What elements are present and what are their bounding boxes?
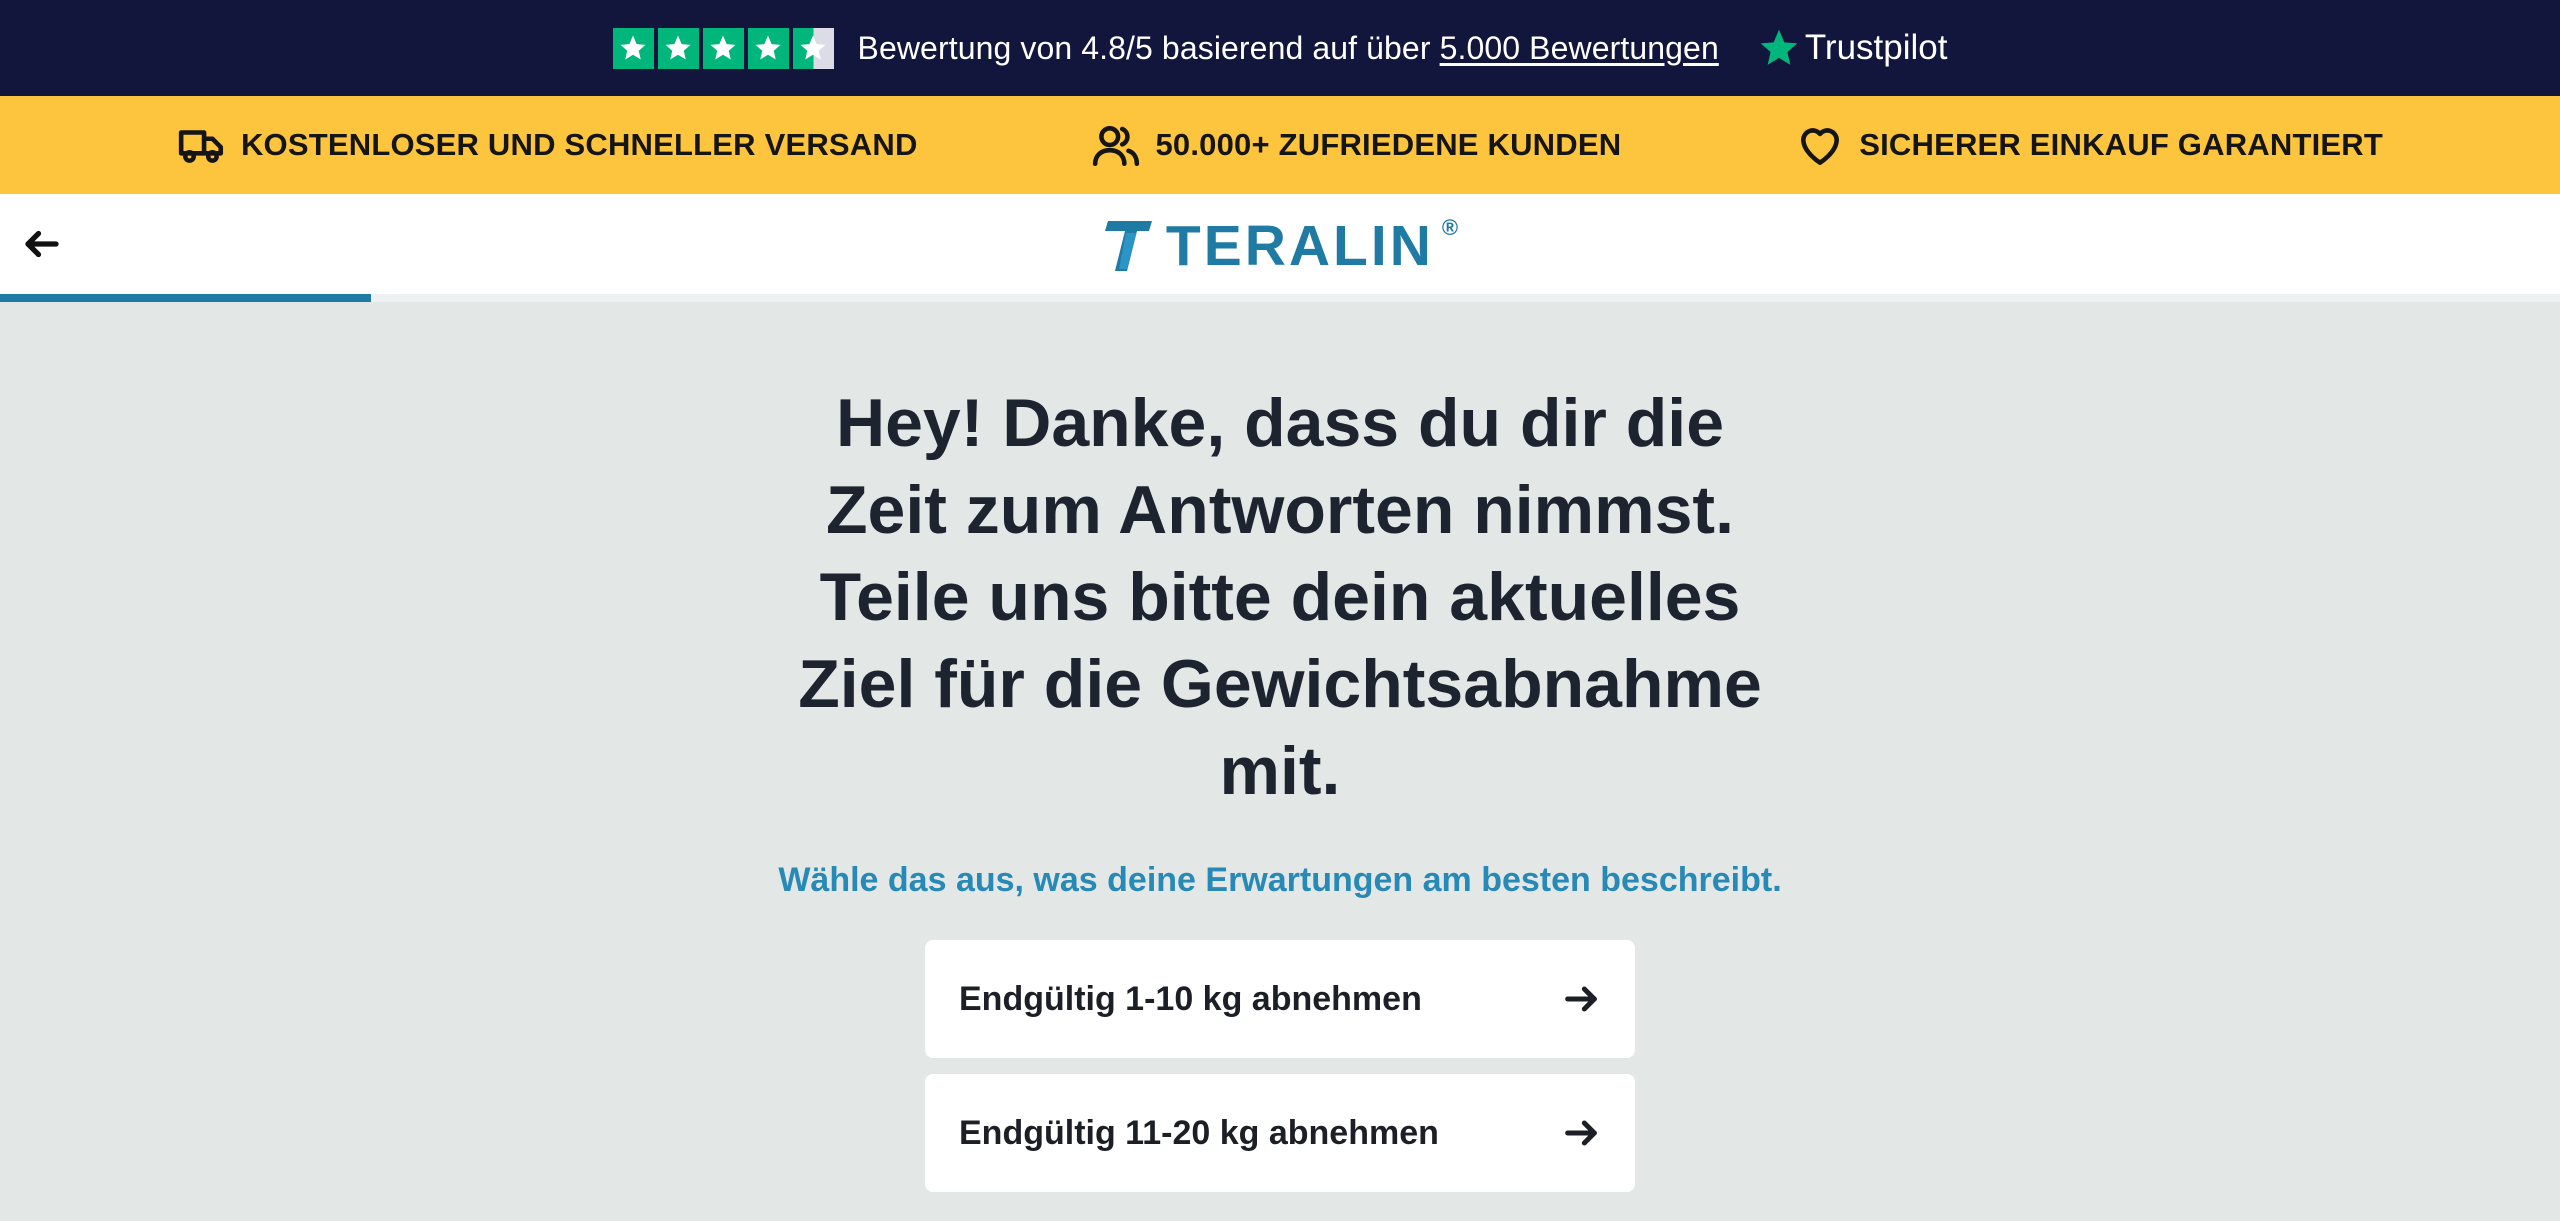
benefit-label: SICHERER EINKAUF GARANTIERT — [1859, 127, 2384, 162]
users-icon — [1093, 126, 1140, 167]
teralin-logo-mark — [1104, 221, 1152, 271]
progress-fill — [0, 294, 372, 302]
benefit-secure: SICHERER EINKAUF GARANTIERT — [1795, 120, 2383, 170]
quiz-header: TERALIN ® — [0, 194, 2560, 302]
answer-option-11-20kg[interactable]: Endgültig 11-20 kg abnehmen — [925, 1074, 1635, 1192]
arrow-left-icon — [25, 230, 59, 258]
star-icon — [702, 27, 744, 69]
heart-icon — [1801, 128, 1840, 165]
rating-prefix: Bewertung von 4.8/5 basierend auf über — [857, 29, 1431, 66]
question-title: Hey! Danke, dass du dir die Zeit zum Ant… — [798, 385, 1762, 809]
arrow-right-icon — [1565, 986, 1597, 1012]
benefit-shipping: KOSTENLOSER UND SCHNELLER VERSAND — [177, 120, 918, 170]
benefit-label: KOSTENLOSER UND SCHNELLER VERSAND — [240, 127, 918, 162]
trustpilot-brand: Trustpilot — [1804, 28, 1948, 67]
half-star-icon — [792, 27, 834, 69]
option-label: Endgültig 1-10 kg abnehmen — [959, 979, 1422, 1018]
star-icon — [747, 27, 789, 69]
reviews-link[interactable]: 5.000 Bewertungen — [1440, 30, 1719, 66]
logo-text: TERALIN — [1165, 214, 1434, 278]
benefit-bar: KOSTENLOSER UND SCHNELLER VERSAND 50.000… — [0, 96, 2560, 194]
trustpilot-logo[interactable]: Trustpilot — [1757, 26, 1948, 70]
truck-icon — [178, 130, 223, 163]
answer-option-1-10kg[interactable]: Endgültig 1-10 kg abnehmen — [925, 940, 1635, 1058]
star-icon — [612, 27, 654, 69]
trustpilot-bar: Bewertung von 4.8/5 basierend auf über 5… — [0, 0, 2560, 96]
arrow-right-icon — [1565, 1120, 1597, 1146]
progress-bar — [0, 294, 2560, 302]
star-icon — [657, 27, 699, 69]
question-subtitle: Wähle das aus, was deine Erwartungen am … — [778, 861, 1782, 899]
back-button[interactable] — [18, 220, 66, 268]
benefit-customers: 50.000+ ZUFRIEDENE KUNDEN — [1091, 120, 1621, 170]
quiz-main: Hey! Danke, dass du dir die Zeit zum Ant… — [0, 302, 2560, 1192]
rating-text: Bewertung von 4.8/5 basierend auf über 5… — [858, 30, 1719, 67]
teralin-logo[interactable]: TERALIN ® — [1102, 213, 1458, 279]
answer-options: Endgültig 1-10 kg abnehmen Endgültig 11-… — [925, 940, 1635, 1192]
trustpilot-star-icon — [1760, 29, 1798, 65]
rating-stars — [612, 27, 834, 69]
option-label: Endgültig 11-20 kg abnehmen — [959, 1113, 1439, 1152]
logo-registered-mark: ® — [1441, 215, 1459, 240]
benefit-label: 50.000+ ZUFRIEDENE KUNDEN — [1155, 127, 1622, 162]
